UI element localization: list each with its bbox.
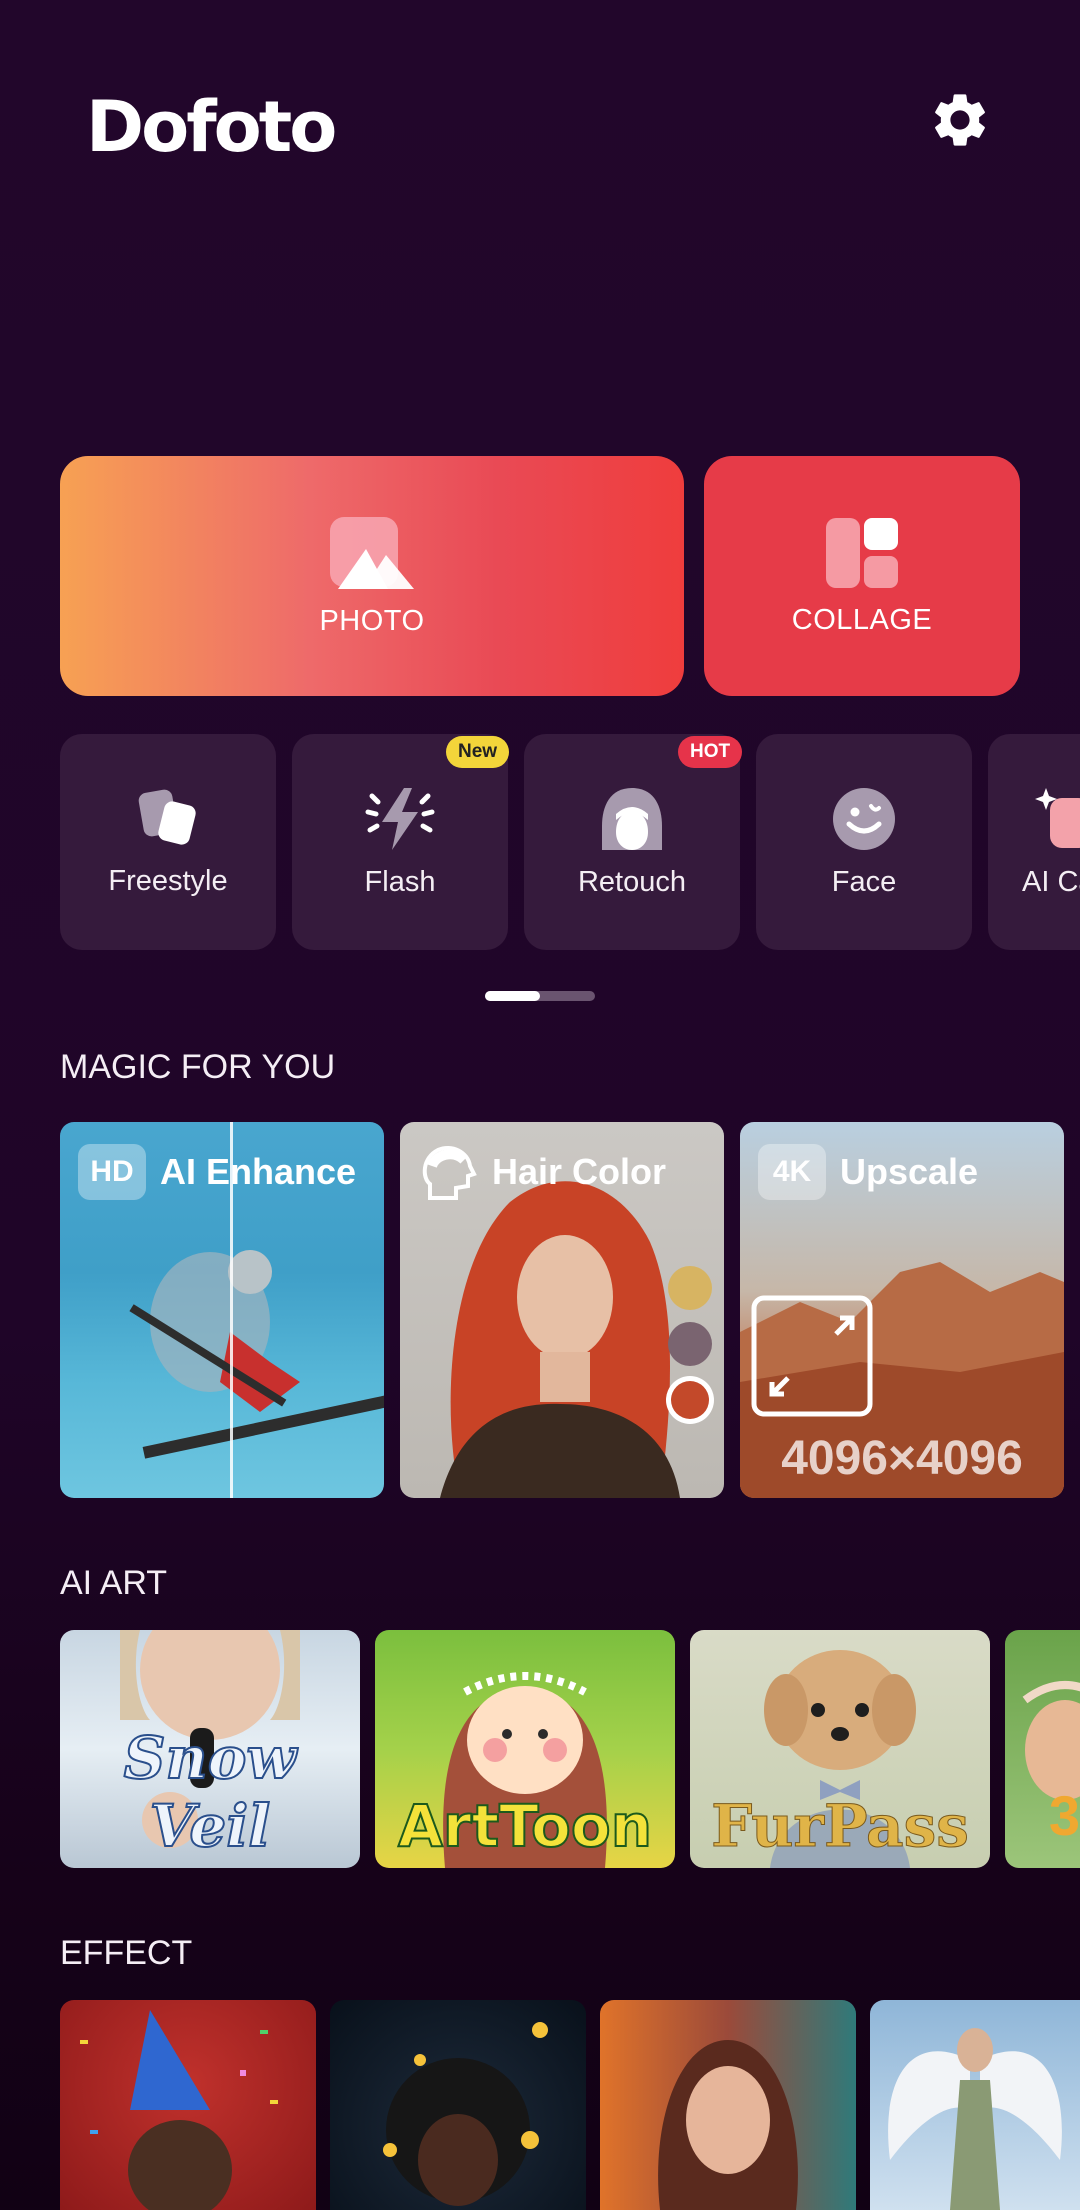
upscale-title: 4K Upscale: [758, 1144, 978, 1200]
art-card-furpass[interactable]: FurPass: [690, 1630, 990, 1868]
arttoon-text: ArtToon: [397, 1791, 653, 1861]
effect-card-butterfly[interactable]: [330, 2000, 586, 2210]
effect-card-portrait[interactable]: [600, 2000, 856, 2210]
tool-flash-label: Flash: [364, 865, 436, 898]
new-badge: New: [446, 736, 510, 768]
collage-icon: [826, 517, 898, 588]
party-effect-image: [80, 2010, 278, 2210]
snow-veil-text: Snow Veil: [123, 1723, 298, 1861]
collage-label: COLLAGE: [791, 603, 933, 636]
effect-card-party[interactable]: [60, 2000, 316, 2210]
art-card-partial[interactable]: 3: [1005, 1630, 1080, 1868]
hd-badge: HD: [78, 1144, 146, 1200]
ai-art-section-title: AI ART: [60, 1564, 168, 1602]
tool-freestyle-label: Freestyle: [108, 864, 228, 897]
partial-art-text: 3: [1048, 1784, 1080, 1847]
head-profile-icon: [422, 1146, 477, 1200]
photo-button[interactable]: PHOTO: [60, 456, 684, 696]
settings-button[interactable]: [928, 88, 992, 152]
effect-section-title: EFFECT: [60, 1934, 193, 1972]
gear-icon: [935, 94, 985, 146]
app-logo: Dofoto: [86, 86, 337, 168]
tool-face[interactable]: Face: [756, 734, 972, 950]
retouch-icon: [602, 787, 662, 850]
tool-freestyle[interactable]: Freestyle: [60, 734, 276, 950]
magic-card-hair-color[interactable]: Hair Color: [400, 1122, 724, 1498]
upscale-resolution: 4096×4096: [781, 1432, 1023, 1485]
ai-camera-icon: [1035, 787, 1080, 848]
4k-badge: 4K: [758, 1144, 826, 1200]
photo-icon: [330, 516, 414, 589]
tool-ai-camera-label: AI Ca: [1022, 865, 1080, 898]
magic-card-upscale[interactable]: 4K Upscale 4096×4096: [740, 1122, 1064, 1498]
angel-effect-image: [888, 2028, 1062, 2210]
face-icon: [833, 787, 895, 850]
art-card-snow-veil[interactable]: Snow Veil: [60, 1630, 360, 1868]
furpass-text: FurPass: [711, 1792, 970, 1861]
hair-color-label: Hair Color: [492, 1151, 667, 1192]
portrait-effect-image: [658, 2040, 798, 2210]
ai-enhance-title: HD AI Enhance: [78, 1144, 356, 1200]
butterfly-effect-image: [383, 2022, 548, 2206]
hair-color-title: Hair Color: [418, 1144, 666, 1200]
ai-enhance-label: AI Enhance: [160, 1151, 357, 1192]
art-card-arttoon[interactable]: ArtToon: [375, 1630, 675, 1868]
magic-section-title: MAGIC FOR YOU: [60, 1048, 336, 1086]
flash-icon: [365, 787, 435, 850]
collage-button[interactable]: COLLAGE: [704, 456, 1020, 696]
tool-face-label: Face: [831, 865, 897, 898]
tool-retouch-label: Retouch: [577, 865, 686, 898]
freestyle-icon: [138, 789, 196, 845]
page-indicator-thumb: [485, 991, 540, 1001]
hot-badge: HOT: [678, 736, 743, 768]
upscale-label: Upscale: [840, 1151, 979, 1192]
effect-card-angel[interactable]: [870, 2000, 1080, 2210]
magic-card-ai-enhance[interactable]: HD AI Enhance: [60, 1122, 384, 1498]
tool-ai-camera[interactable]: AI Ca: [988, 734, 1080, 950]
photo-label: PHOTO: [319, 604, 425, 637]
